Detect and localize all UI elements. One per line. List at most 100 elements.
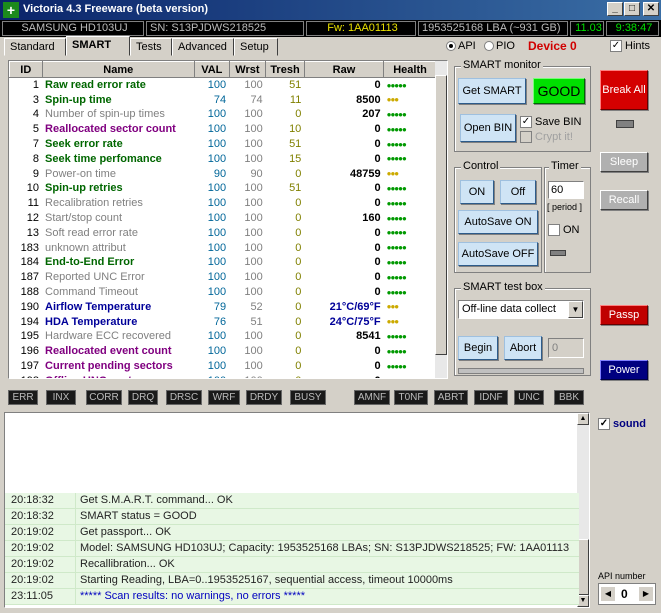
table-row[interactable]: 12 Start/stop count 100 100 0 160 ●●●●● bbox=[10, 211, 437, 226]
tab-standard[interactable]: Standard bbox=[4, 38, 66, 56]
tab-smart[interactable]: SMART bbox=[66, 36, 130, 56]
timer-input[interactable]: 60 bbox=[548, 181, 584, 199]
health-dots-icon: ●●●●● bbox=[386, 183, 407, 193]
tab-tests[interactable]: Tests bbox=[130, 38, 172, 56]
test-progress-field: 0 bbox=[548, 338, 584, 358]
status-flag: UNC bbox=[514, 390, 544, 405]
table-row[interactable]: 198Offline UNC sectors10010000●●●●● bbox=[10, 373, 437, 378]
api-radio[interactable]: API bbox=[446, 40, 476, 52]
open-bin-button[interactable]: Open BIN bbox=[460, 114, 516, 142]
attr-val: 79 bbox=[213, 300, 227, 313]
sleep-button[interactable]: Sleep bbox=[600, 152, 648, 172]
passport-button[interactable]: Passp bbox=[600, 305, 648, 325]
table-row[interactable]: 187 Reported UNC Error 100 100 0 0 ●●●●● bbox=[10, 270, 437, 285]
table-row[interactable]: 9 Power-on time 90 90 0 48759 ●●● bbox=[10, 166, 437, 181]
sound-check-box[interactable]: ✓ bbox=[598, 418, 610, 431]
table-row[interactable]: 11 Recalibration retries 100 100 0 0 ●●●●● bbox=[10, 196, 437, 211]
api-number-stepper[interactable]: ◀ 0 ▶ bbox=[598, 583, 656, 605]
hints-checkbox[interactable]: ✓ Hints bbox=[610, 40, 650, 53]
close-icon[interactable]: ✕ bbox=[643, 2, 659, 16]
test-type-select[interactable]: Off-line data collect ▼ bbox=[458, 300, 584, 319]
timer-on-checkbox[interactable]: ON bbox=[548, 224, 580, 237]
get-smart-button[interactable]: Get SMART bbox=[458, 78, 526, 104]
firmware-label: Fw: 1AA01113 bbox=[306, 21, 416, 36]
table-row[interactable]: 188 Command Timeout 100 100 0 0 ●●●●● bbox=[10, 285, 437, 300]
timer-indicator-led bbox=[550, 250, 566, 256]
control-off-button[interactable]: Off bbox=[500, 180, 536, 204]
table-row[interactable]: 194 HDA Temperature 76 51 0 24°C/75°F ●●● bbox=[10, 314, 437, 329]
table-row[interactable]: 1 Raw read error rate 100 100 51 0 ●●●●● bbox=[10, 78, 437, 93]
attr-val: 100 bbox=[207, 226, 227, 239]
status-flag: ABRT bbox=[434, 390, 468, 405]
col-header-raw[interactable]: Raw bbox=[303, 61, 385, 78]
abort-button[interactable]: Abort bbox=[504, 336, 542, 360]
attr-raw: 21°C/69°F bbox=[329, 300, 381, 313]
title-bar[interactable]: + Victoria 4.3 Freeware (beta version) _… bbox=[0, 0, 661, 20]
autosave-on-button[interactable]: AutoSave ON bbox=[458, 210, 538, 234]
attr-raw: 0 bbox=[374, 138, 381, 151]
autosave-off-button[interactable]: AutoSave OFF bbox=[458, 242, 538, 266]
stepper-up-icon[interactable]: ▶ bbox=[639, 587, 653, 601]
power-button[interactable]: Power bbox=[600, 360, 648, 380]
col-header-val[interactable]: VAL bbox=[194, 61, 230, 78]
attr-id: 190 bbox=[20, 300, 40, 313]
health-dots-icon: ●●●●● bbox=[386, 272, 407, 282]
status-flag: CORR bbox=[86, 390, 122, 405]
scroll-up-icon[interactable]: ▲ bbox=[577, 413, 589, 425]
control-on-button[interactable]: ON bbox=[460, 180, 494, 204]
status-flag: IDNF bbox=[474, 390, 508, 405]
timer-on-check-box[interactable] bbox=[548, 224, 560, 237]
attr-name: Reallocated event count bbox=[45, 345, 172, 358]
table-row[interactable]: 197 Current pending sectors 100 100 0 0 ●●●●● bbox=[10, 359, 437, 374]
tab-advanced[interactable]: Advanced bbox=[172, 38, 234, 56]
table-row[interactable]: 8 Seek time perfomance 100 100 15 0 ●●●●● bbox=[10, 151, 437, 166]
table-row[interactable]: 10 Spin-up retries 100 100 51 0 ●●●●● bbox=[10, 181, 437, 196]
table-row[interactable]: 195 Hardware ECC recovered 100 100 0 8541 ●●●●… bbox=[10, 329, 437, 344]
table-header-row: ID Name VAL Wrst Tresh Raw Health bbox=[9, 61, 437, 78]
table-row[interactable]: 5 Reallocated sector count 100 100 10 0 ●●●●● bbox=[10, 122, 437, 137]
attr-raw: 160 bbox=[362, 212, 381, 225]
attr-raw: 0 bbox=[374, 226, 381, 239]
log-entry: 20:19:02 Model: SAMSUNG HD103UJ; Capacity… bbox=[5, 541, 579, 557]
table-row[interactable]: 7 Seek error rate 100 100 51 0 ●●●●● bbox=[10, 137, 437, 152]
pio-radio-dot[interactable] bbox=[484, 41, 494, 52]
table-row[interactable]: 3 Spin-up time 74 74 11 8500 ●●● bbox=[10, 92, 437, 107]
attr-raw: 48759 bbox=[350, 167, 381, 180]
timer-on-label: ON bbox=[563, 224, 580, 236]
pio-radio[interactable]: PIO bbox=[484, 40, 515, 52]
col-header-tresh[interactable]: Tresh bbox=[265, 61, 305, 78]
health-dots-icon: ●●●●● bbox=[386, 287, 407, 297]
table-row[interactable]: 4 Number of spin-up times 100 100 0 207 ●●●●● bbox=[10, 107, 437, 122]
save-bin-check-box[interactable]: ✓ bbox=[520, 116, 532, 129]
api-radio-dot[interactable] bbox=[446, 41, 456, 52]
stepper-down-icon[interactable]: ◀ bbox=[601, 587, 615, 601]
maximize-icon[interactable]: □ bbox=[624, 2, 640, 16]
table-row[interactable]: 190 Airflow Temperature 79 52 0 21°C/69°F ●●● bbox=[10, 299, 437, 314]
crypt-check-box[interactable] bbox=[520, 131, 532, 144]
table-row[interactable]: 196 Reallocated event count 100 100 0 0 ●●●●● bbox=[10, 344, 437, 359]
crypt-checkbox[interactable]: Crypt it! bbox=[520, 131, 573, 144]
col-header-wrst[interactable]: Wrst bbox=[228, 61, 267, 78]
table-row[interactable]: 183 unknown attribut 100 100 0 0 ●●●●● bbox=[10, 240, 437, 255]
log-entry: 20:18:32 SMART status = GOOD bbox=[5, 509, 579, 525]
begin-button[interactable]: Begin bbox=[458, 336, 498, 360]
attr-id: 184 bbox=[20, 256, 40, 269]
minimize-icon[interactable]: _ bbox=[607, 2, 623, 16]
chevron-down-icon[interactable]: ▼ bbox=[568, 301, 583, 318]
col-header-health[interactable]: Health bbox=[383, 61, 437, 78]
table-row[interactable]: 13 Soft read error rate 100 100 0 0 ●●●●● bbox=[10, 225, 437, 240]
col-header-name[interactable]: Name bbox=[41, 61, 196, 78]
table-row[interactable]: 184 End-to-End Error 100 100 0 0 ●●●●● bbox=[10, 255, 437, 270]
recall-button[interactable]: Recall bbox=[600, 190, 648, 210]
sound-checkbox[interactable]: ✓ sound bbox=[598, 418, 646, 431]
col-header-id[interactable]: ID bbox=[9, 61, 43, 78]
break-all-button[interactable]: Break All bbox=[600, 70, 648, 110]
hints-check-box[interactable]: ✓ bbox=[610, 40, 622, 53]
save-bin-checkbox[interactable]: ✓ Save BIN bbox=[520, 116, 581, 129]
health-dots-icon: ●●● bbox=[386, 317, 399, 327]
table-scrollbar-thumb[interactable] bbox=[435, 75, 447, 355]
tab-setup[interactable]: Setup bbox=[234, 38, 278, 56]
table-scrollbar[interactable] bbox=[435, 61, 447, 378]
health-dots-icon: ●●●●● bbox=[386, 228, 407, 238]
attr-name: Soft read error rate bbox=[45, 226, 138, 239]
